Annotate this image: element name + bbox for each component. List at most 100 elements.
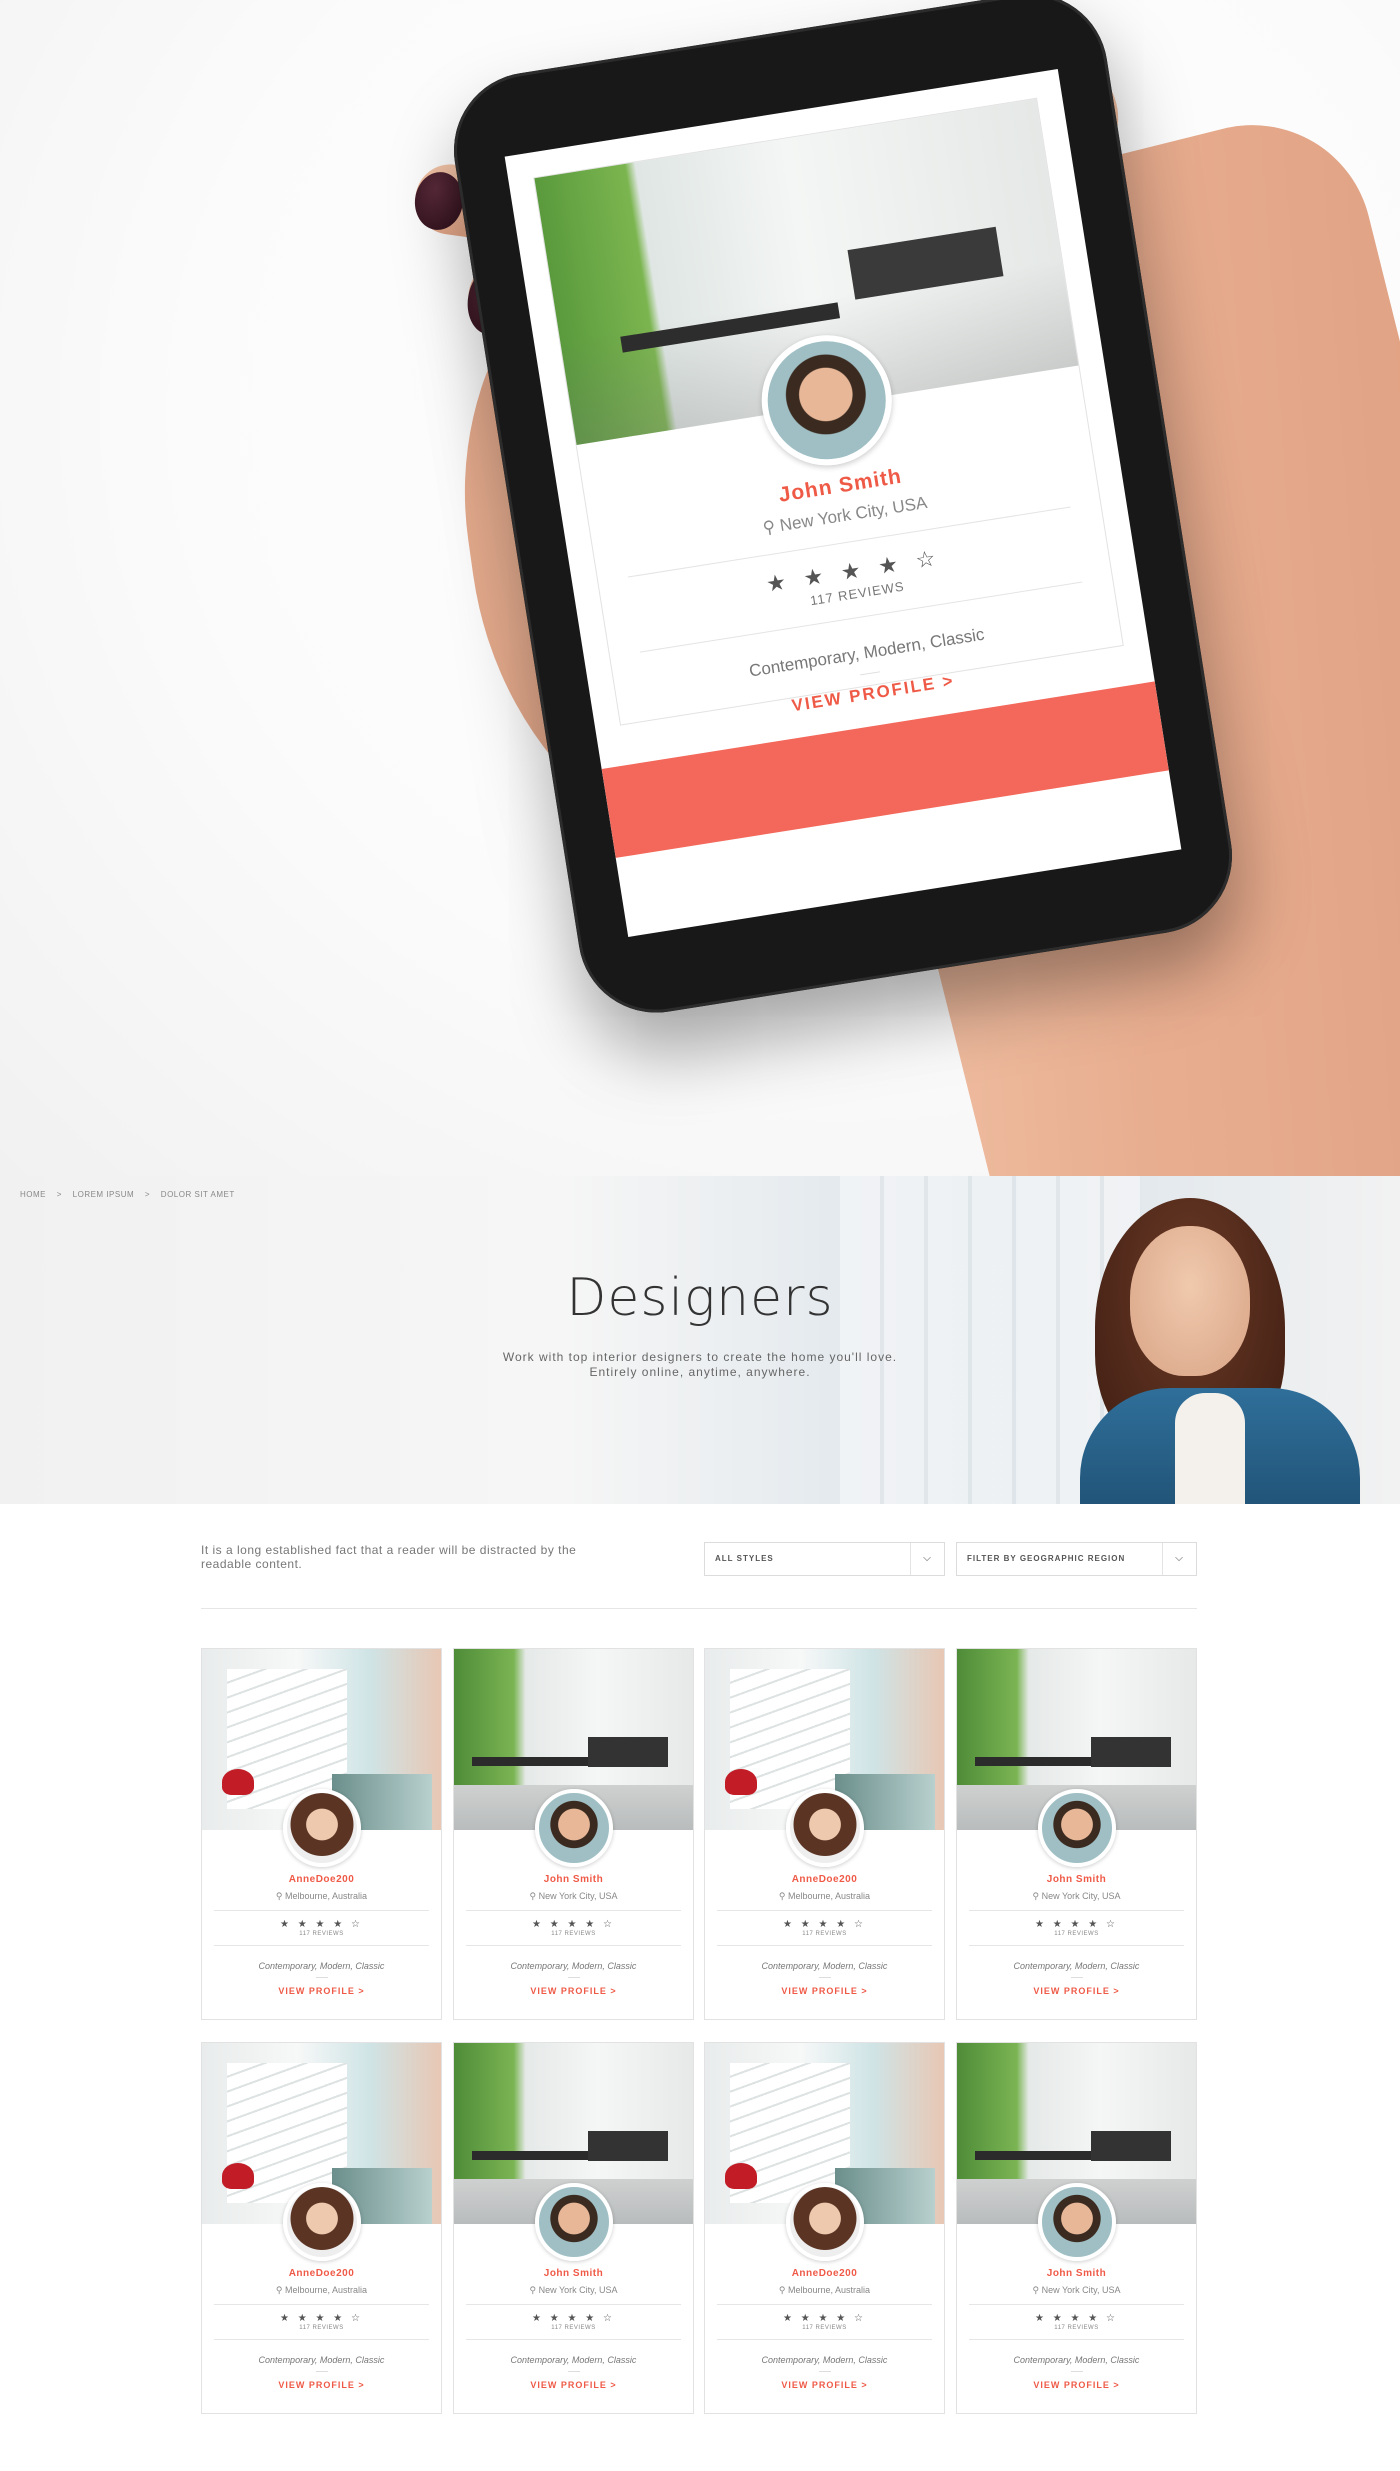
star-rating: ★ ★ ★ ★ ☆ [532,1919,615,1930]
select-value: ALL STYLES [715,1554,774,1563]
region-select[interactable]: FILTER BY GEOGRAPHIC REGION ⌵ [956,1542,1197,1576]
chevron-down-icon: ⌵ [1162,1543,1196,1575]
photo-sofa [588,1737,668,1767]
styles-select[interactable]: ALL STYLES ⌵ [704,1542,945,1576]
avatar [1037,2183,1116,2261]
designer-card[interactable]: John Smith ⚲ New York City, USA ★ ★ ★ ★ ☆ 1… [956,1648,1197,2020]
divider [315,1977,328,1978]
review-count: 117 REVIEWS [1054,1931,1099,1937]
designer-location: ⚲ Melbourne, Australia [705,1891,944,1902]
view-profile-link[interactable]: VIEW PROFILE > [202,1986,441,1996]
avatar [785,2183,864,2261]
divider [567,2371,580,2372]
view-profile-link[interactable]: VIEW PROFILE > [705,2380,944,2390]
review-count: 117 REVIEWS [551,1931,596,1937]
photo-chair [222,2163,254,2189]
divider [466,2304,681,2305]
star-rating: ★ ★ ★ ★ ☆ [783,1919,866,1930]
avatar [282,2183,361,2261]
subtitle-line: Work with top interior designers to crea… [502,1350,898,1364]
design-styles: Contemporary, Modern, Classic [1013,2355,1140,2365]
star-rating: ★ ★ ★ ★ ☆ [280,1919,363,1930]
location-text: Melbourne, Australia [788,1891,871,1901]
designer-location: ⚲ New York City, USA [957,2285,1196,2296]
breadcrumb-home[interactable]: HOME [20,1190,46,1199]
photo-sofa [1091,1737,1171,1767]
view-profile-link[interactable]: VIEW PROFILE > [705,1986,944,1996]
design-styles: Contemporary, Modern, Classic [510,1961,637,1971]
divider [717,2339,932,2340]
designer-card[interactable]: John Smith ⚲ New York City, USA ★ ★ ★ ★ ☆ 1… [453,1648,694,2020]
divider [466,1910,681,1911]
design-styles: Contemporary, Modern, Classic [258,1961,385,1971]
avatar [282,1789,361,1867]
designer-location: ⚲ New York City, USA [454,2285,693,2296]
design-styles: Contemporary, Modern, Classic [761,2355,888,2365]
page-banner: HOME > LOREM IPSUM > DOLOR SIT AMET Desi… [0,1176,1400,1504]
phone-screen: John Smith ⚲ New York City, USA ★ ★ ★ ★ … [504,69,1182,937]
designer-location: ⚲ Melbourne, Australia [202,2285,441,2296]
view-profile-link[interactable]: VIEW PROFILE > [957,2380,1196,2390]
photo-table [975,1757,1105,1766]
designer-name: AnneDoe200 [791,1874,858,1885]
divider [466,2339,681,2340]
page-subtitle: Work with top interior designers to crea… [0,1350,1400,1380]
location-text: Melbourne, Australia [285,2285,368,2295]
divider [567,1977,580,1978]
breadcrumb-separator: > [144,1190,151,1199]
breadcrumb-lorem[interactable]: LOREM IPSUM [73,1190,135,1199]
map-pin-icon: ⚲ [529,2285,539,2295]
design-styles: Contemporary, Modern, Classic [1013,1961,1140,1971]
designer-card[interactable]: AnneDoe200 ⚲ Melbourne, Australia ★ ★ ★ ★ … [201,2042,442,2414]
designer-location: ⚲ New York City, USA [454,1891,693,1902]
photo-table [472,1757,602,1766]
designer-location: ⚲ New York City, USA [957,1891,1196,1902]
designer-card[interactable]: AnneDoe200 ⚲ Melbourne, Australia ★ ★ ★ ★ … [201,1648,442,2020]
designer-card[interactable]: John Smith ⚲ New York City, USA ★ ★ ★ ★ ☆ 1… [453,2042,694,2414]
designer-card[interactable]: John Smith ⚲ New York City, USA ★ ★ ★ ★ ☆ 1… [956,2042,1197,2414]
location-text: New York City, USA [538,2285,618,2295]
star-rating: ★ ★ ★ ★ ☆ [1035,1919,1118,1930]
breadcrumb-current: DOLOR SIT AMET [160,1190,235,1199]
map-pin-icon: ⚲ [1032,2285,1042,2295]
divider [214,2304,429,2305]
review-count: 117 REVIEWS [802,1931,847,1937]
hero-mockup: John Smith ⚲ New York City, USA ★ ★ ★ ★ … [0,0,1400,1176]
photo-sofa [1091,2131,1171,2161]
designer-name: John Smith [1046,2268,1107,2279]
phone-designer-card[interactable]: John Smith ⚲ New York City, USA ★ ★ ★ ★ … [533,97,1124,726]
review-count: 117 REVIEWS [802,2325,847,2331]
review-count: 117 REVIEWS [1054,2325,1099,2331]
view-profile-link[interactable]: VIEW PROFILE > [957,1986,1196,1996]
photo-sofa [847,226,1004,300]
design-styles: Contemporary, Modern, Classic [258,2355,385,2365]
divider [969,2339,1184,2340]
intro-text: It is a long established fact that a rea… [201,1543,577,1571]
map-pin-icon: ⚲ [1032,1891,1042,1901]
divider [969,2304,1184,2305]
view-profile-link[interactable]: VIEW PROFILE > [202,2380,441,2390]
photo-chair [725,2163,757,2189]
design-styles: Contemporary, Modern, Classic [761,1961,888,1971]
photo-table [472,2151,602,2160]
designer-card[interactable]: AnneDoe200 ⚲ Melbourne, Australia ★ ★ ★ ★ … [704,1648,945,2020]
divider [214,2339,429,2340]
location-text: New York City, USA [538,1891,618,1901]
designer-card[interactable]: AnneDoe200 ⚲ Melbourne, Australia ★ ★ ★ ★ … [704,2042,945,2414]
map-pin-icon: ⚲ [275,2285,286,2295]
divider [717,2304,932,2305]
map-pin-icon: ⚲ [778,2285,789,2295]
map-pin-icon: ⚲ [778,1891,789,1901]
review-count: 117 REVIEWS [299,2325,344,2331]
divider [717,1910,932,1911]
location-text: Melbourne, Australia [285,1891,368,1901]
photo-shirt [1175,1393,1245,1504]
view-profile-link[interactable]: VIEW PROFILE > [454,1986,693,1996]
location-text: Melbourne, Australia [788,2285,871,2295]
avatar [534,2183,613,2261]
subtitle-line: Entirely online, anytime, anywhere. [589,1365,811,1379]
review-count: 117 REVIEWS [551,2325,596,2331]
view-profile-link[interactable]: VIEW PROFILE > [454,2380,693,2390]
select-value: FILTER BY GEOGRAPHIC REGION [967,1554,1126,1563]
breadcrumb: HOME > LOREM IPSUM > DOLOR SIT AMET [20,1190,243,1199]
